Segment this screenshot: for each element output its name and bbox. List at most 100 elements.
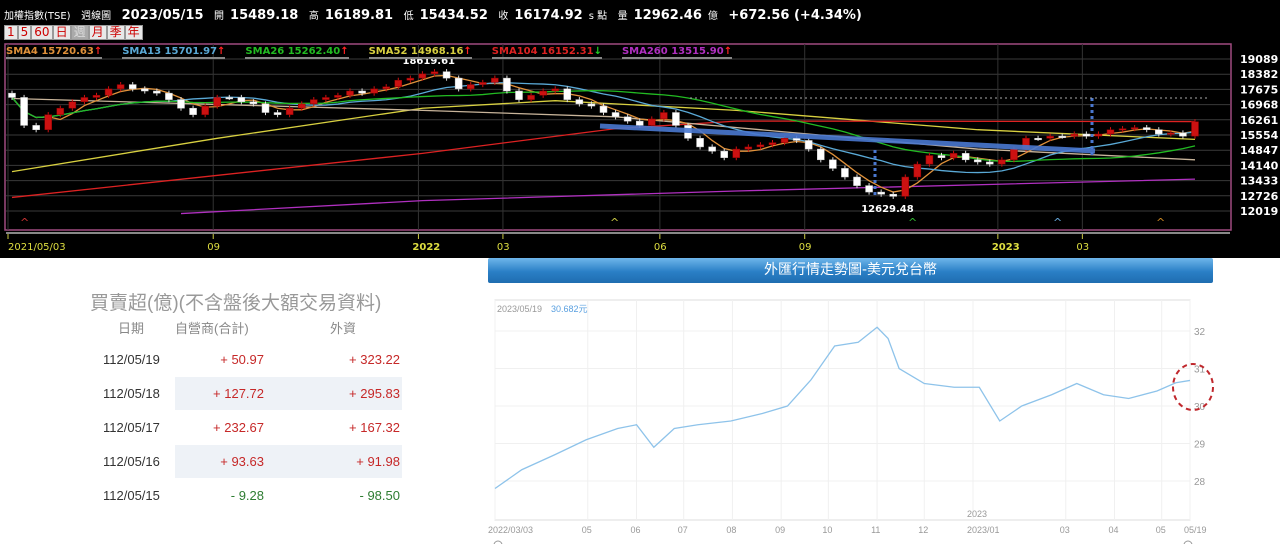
candle [297, 103, 306, 109]
candle [128, 84, 137, 90]
candle [780, 138, 789, 143]
y-tick-label: 14140 [1240, 159, 1279, 172]
table-row: 112/05/18 + 127.72 + 295.83 [0, 377, 402, 410]
period-button-2[interactable]: 60 [31, 25, 53, 40]
candle [527, 95, 535, 100]
table-title: 買賣超(億)(不含盤後大額交易資料) [90, 293, 382, 314]
candle [611, 112, 620, 118]
fx-x-tick-label: 03 [1060, 525, 1070, 535]
low-label: 低 [403, 11, 414, 22]
candle [358, 90, 366, 94]
x-tick-label: 06 [654, 242, 667, 253]
candle [998, 159, 1006, 165]
candle [1155, 129, 1163, 135]
signal-marker-icon: ^ [610, 216, 619, 229]
fx-readout-value: 30.682元 [551, 304, 588, 314]
fx-y-tick-label: 29 [1194, 440, 1206, 451]
period-button-4[interactable]: 週 [70, 25, 89, 40]
fx-x-tick-label: 10 [822, 525, 832, 535]
row-date: 112/05/17 [103, 420, 160, 435]
fx-x-tick-label: 2022/03/03 [488, 525, 533, 535]
high-label: 高 [308, 11, 319, 22]
period-selector: 1 5 60 日週月季年 [4, 25, 143, 40]
candle [454, 77, 463, 90]
candle [756, 144, 765, 148]
fx-y-tick-label: 28 [1194, 477, 1206, 488]
y-tick-label: 19089 [1240, 53, 1278, 66]
signal-marker-icon: ^ [1053, 216, 1062, 229]
trend-arrow-icon: ↑ [93, 46, 103, 57]
legend-sma4: SMA4 15720.63↑ [6, 46, 103, 59]
candle [1179, 132, 1187, 137]
candle [829, 159, 837, 169]
candle [430, 71, 439, 75]
signal-marker-icon: ^ [908, 216, 917, 229]
fx-readout-date: 2023/05/19 [497, 304, 542, 314]
candle [189, 107, 197, 115]
row-dealer: + 232.67 [213, 420, 264, 435]
candle [56, 107, 65, 115]
candle [1082, 133, 1091, 137]
candle [32, 125, 40, 130]
candle [322, 97, 330, 100]
candle [310, 99, 318, 105]
candle [768, 142, 777, 146]
fx-x-tick-label: 05 [582, 525, 592, 535]
row-foreign: + 91.98 [356, 454, 400, 469]
candle [841, 168, 849, 178]
y-tick-label: 16968 [1240, 99, 1278, 112]
period-button-6[interactable]: 季 [106, 25, 125, 40]
signal-marker-icon: ^ [1156, 216, 1165, 229]
candle [1070, 133, 1079, 137]
x-tick-label: 2022 [412, 242, 440, 253]
trend-arrow-icon: ↑ [340, 46, 349, 57]
period-button-5[interactable]: 月 [88, 25, 107, 40]
table-row: 112/05/15 - 9.28 - 98.50 [0, 479, 400, 512]
candle [937, 155, 946, 158]
fx-year-label: 2023 [967, 509, 987, 519]
candle [116, 84, 125, 90]
volume-label: 量 [617, 11, 628, 22]
close-label: 收 [498, 11, 509, 22]
header-date: 日期 [118, 321, 145, 336]
row-dealer: + 50.97 [220, 352, 264, 367]
usd-twd-chart-panel: 外匯行情走勢圖-美元兌台幣 28 29 30 31 32 2022/03/03 05 06 07… [480, 258, 1280, 544]
period-button-3[interactable]: 日 [52, 25, 71, 40]
fx-x-tick-label: 09 [775, 525, 785, 535]
trendline [599, 123, 1096, 154]
table-row: 112/05/17 + 232.67 + 167.32 [0, 411, 400, 444]
candle [804, 140, 813, 150]
candle [672, 112, 680, 126]
period-button-0[interactable]: 1 [4, 25, 18, 40]
candle [44, 114, 52, 130]
candle [853, 176, 861, 186]
candle [599, 105, 608, 113]
legend-sma260: SMA260 13515.90↑ [621, 46, 733, 59]
candle [8, 92, 16, 98]
open-label: 開 [214, 11, 225, 22]
table-row: 112/05/16 + 93.63 + 91.98 [0, 445, 402, 478]
candle [889, 193, 897, 197]
candle [986, 161, 994, 165]
legend-sma52: SMA52 14968.16↑ [368, 46, 472, 59]
candle [660, 112, 668, 120]
candle [20, 97, 28, 126]
fx-line-chart[interactable]: 28293031322022/03/03 05 06 07 08 09 10 11 12 2023… [480, 258, 1280, 544]
x-tick-label: 2021/05/03 [8, 242, 66, 253]
candle [973, 159, 982, 163]
fx-plot-area [494, 299, 1191, 521]
candle [1191, 121, 1199, 137]
candle [201, 105, 209, 115]
candlestick-chart[interactable]: 19089 18382 17675 16968 16261 15554 14847 14140… [0, 0, 1280, 258]
close-value: 16174.92 [514, 8, 583, 23]
candle [539, 90, 547, 96]
period-button-7[interactable]: 年 [124, 25, 143, 40]
period-button-1[interactable]: 5 [17, 25, 32, 40]
candle [708, 146, 716, 152]
candle [961, 153, 970, 161]
candle [551, 88, 559, 92]
candle [877, 191, 885, 195]
trend-arrow-icon: ↑ [723, 46, 733, 57]
y-tick-label: 12019 [1240, 205, 1278, 218]
candle [1046, 135, 1054, 139]
